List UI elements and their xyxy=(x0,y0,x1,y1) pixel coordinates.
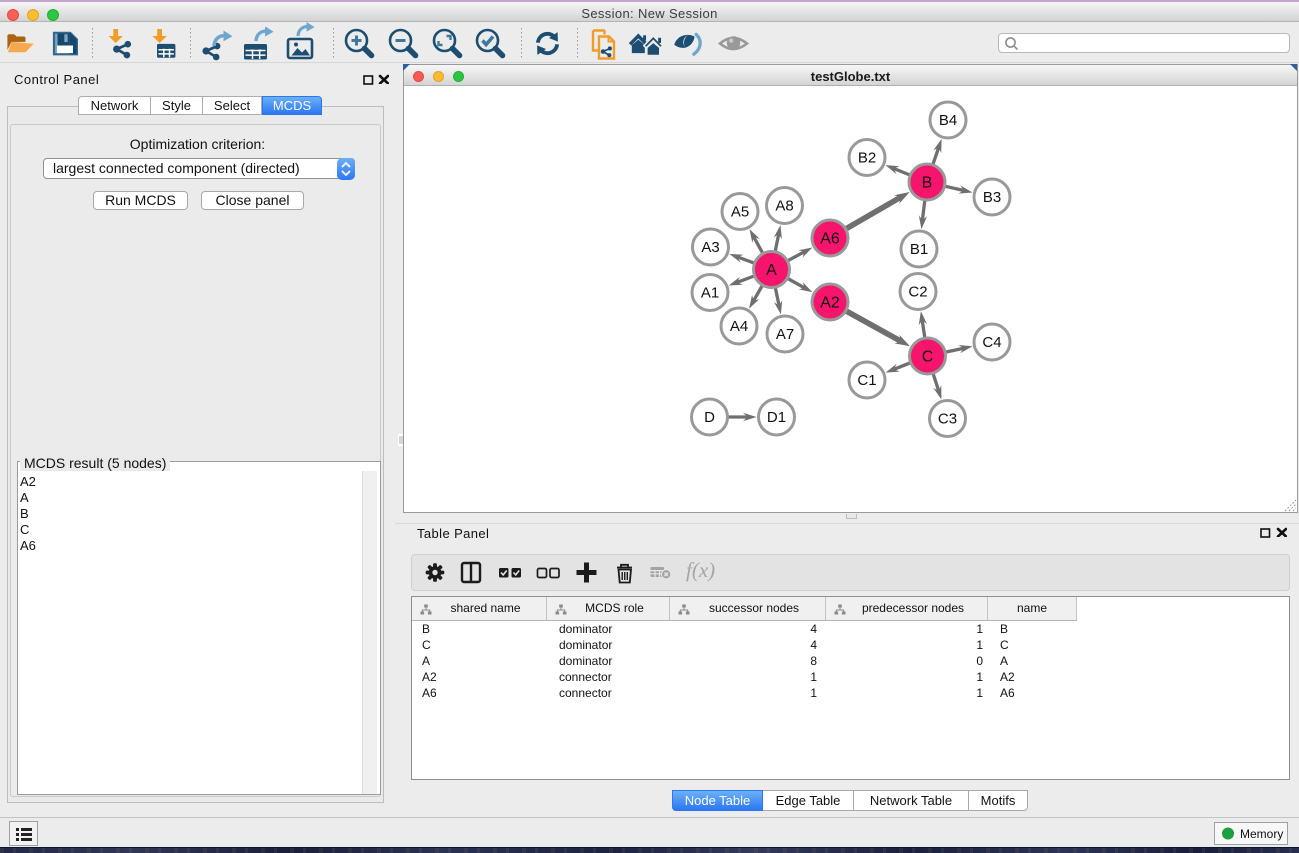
svg-text:Memory: Memory xyxy=(1240,827,1283,841)
svg-text:B3: B3 xyxy=(983,189,1001,206)
svg-text:D1: D1 xyxy=(767,409,786,426)
svg-text:B: B xyxy=(922,175,933,192)
svg-text:A6: A6 xyxy=(820,231,840,248)
svg-text:A2: A2 xyxy=(820,295,840,312)
svg-text:A1: A1 xyxy=(701,285,719,302)
svg-text:C: C xyxy=(922,349,934,366)
svg-text:A4: A4 xyxy=(730,318,748,335)
svg-text:A7: A7 xyxy=(776,326,794,343)
svg-text:A3: A3 xyxy=(701,239,719,256)
svg-text:D: D xyxy=(704,409,715,426)
svg-text:A5: A5 xyxy=(731,204,749,221)
svg-text:A: A xyxy=(766,262,777,279)
svg-text:C1: C1 xyxy=(857,372,876,389)
svg-text:B2: B2 xyxy=(858,150,876,167)
svg-text:B1: B1 xyxy=(910,241,928,258)
svg-text:C2: C2 xyxy=(908,284,927,301)
svg-text:B4: B4 xyxy=(939,112,957,129)
svg-text:C3: C3 xyxy=(938,411,957,428)
svg-text:C4: C4 xyxy=(982,334,1001,351)
svg-text:A8: A8 xyxy=(775,198,793,215)
